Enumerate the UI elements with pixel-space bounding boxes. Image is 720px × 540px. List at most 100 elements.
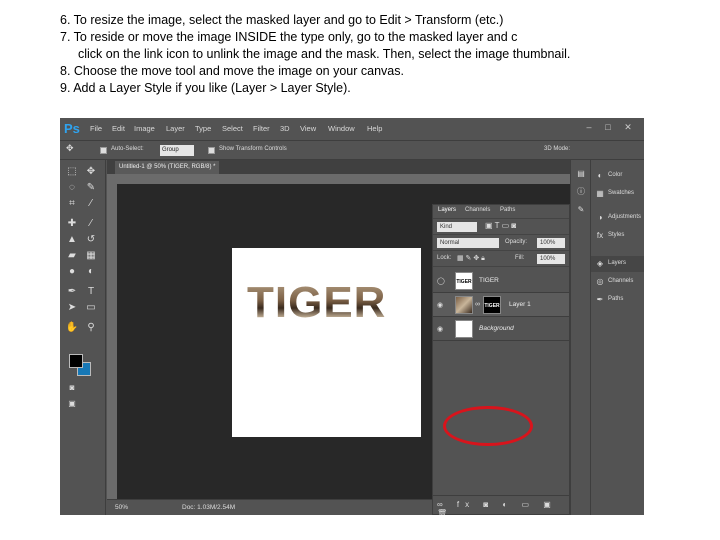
marquee-tool-icon[interactable]: ⬚ [65, 166, 79, 178]
brush-tool-icon[interactable]: ⁄ [84, 218, 98, 230]
auto-select-dropdown[interactable]: Group [160, 145, 194, 156]
menu-select[interactable]: Select [222, 124, 243, 133]
menu-help[interactable]: Help [367, 124, 382, 133]
styles-icon: fx [596, 231, 604, 240]
layer-name[interactable]: Background [479, 325, 514, 332]
layers-panel: Layers Channels Paths Kind ▣ T ▭ ◙ Norma… [432, 204, 570, 515]
panel-tab-row: Layers Channels Paths [433, 205, 569, 219]
quick-select-tool-icon[interactable]: ✎ [84, 182, 98, 194]
menu-filter[interactable]: Filter [253, 124, 270, 133]
link-icon[interactable]: ∞ [475, 301, 480, 308]
instruction-line-7: 7. To reside or move the image INSIDE th… [60, 30, 518, 44]
pen-tool-icon[interactable]: ✒ [65, 286, 79, 298]
instruction-line-9: 9. Add a Layer Style if you like (Layer … [60, 81, 351, 95]
move-tool-icon[interactable]: ✥ [84, 166, 98, 178]
eraser-tool-icon[interactable]: ▰ [65, 250, 79, 262]
doc-info[interactable]: Doc: 1.03M/2.54M [182, 504, 235, 511]
adjustments-icon: ◑ [597, 213, 603, 222]
filter-icons[interactable]: ▣ T ▭ ◙ [485, 221, 516, 230]
layer-action-icons[interactable]: ∞ fx ◙ ◐ ▭ ▣ 🗑︎ [437, 500, 569, 515]
visibility-icon[interactable]: ◉ [437, 301, 443, 309]
blend-mode-dropdown[interactable]: Normal [437, 238, 499, 248]
layers-icon: ◈ [596, 259, 604, 268]
menu-window[interactable]: Window [328, 124, 355, 133]
opacity-label: Opacity: [505, 239, 528, 245]
side-panel-paths[interactable]: ✒ Paths [591, 292, 644, 308]
panel-dock-strip: ▤ ⓘ ✎ [570, 160, 590, 515]
zoom-tool-icon[interactable]: ⚲ [84, 322, 98, 334]
lock-icons[interactable]: ▦ ✎ ✥ 🔒︎ [457, 254, 485, 263]
layer-name[interactable]: TIGER [479, 277, 499, 284]
tab-paths[interactable]: Paths [500, 207, 515, 213]
type-tool-icon[interactable]: T [84, 286, 98, 298]
foreground-color-swatch[interactable] [69, 354, 83, 368]
tab-layers[interactable]: Layers [438, 207, 456, 213]
menu-image[interactable]: Image [134, 124, 155, 133]
info-panel-icon[interactable]: ✎ [574, 204, 588, 216]
lock-label: Lock: [437, 255, 452, 261]
side-panel-styles[interactable]: fx Styles [591, 228, 644, 244]
tab-channels[interactable]: Channels [465, 207, 490, 213]
document-tab-bar: Untitled-1 @ 50% (TIGER, RGB/8) * [107, 160, 570, 174]
side-panel-channels[interactable]: ◎ Channels [591, 274, 644, 290]
menu-bar: Ps File Edit Image Layer Type Select Fil… [60, 118, 644, 140]
visibility-icon[interactable]: ◉ [437, 325, 443, 333]
photoshop-window: Ps File Edit Image Layer Type Select Fil… [60, 118, 644, 515]
blur-tool-icon[interactable]: ● [65, 266, 79, 278]
menu-layer[interactable]: Layer [166, 124, 185, 133]
close-button[interactable]: ✕ [622, 122, 634, 132]
fill-label: Fill: [515, 255, 525, 261]
layer-row-tiger[interactable]: ◯ TIGER TIGER [433, 269, 569, 293]
side-panel-swatches[interactable]: ▦ Swatches [591, 186, 644, 202]
move-tool-icon[interactable]: ✥ [66, 143, 74, 154]
lasso-tool-icon[interactable]: ◌ [65, 182, 79, 194]
tiger-layer-thumbnail[interactable]: TIGER [455, 272, 473, 290]
auto-select-checkbox[interactable] [100, 147, 107, 154]
document-tab[interactable]: Untitled-1 @ 50% (TIGER, RGB/8) * [115, 161, 219, 174]
horizontal-ruler [107, 174, 570, 184]
visibility-icon[interactable]: ◯ [437, 277, 445, 285]
crop-tool-icon[interactable]: ⌗ [65, 198, 79, 210]
menu-3d[interactable]: 3D [280, 124, 290, 133]
maximize-button[interactable]: □ [602, 122, 614, 132]
kind-filter-dropdown[interactable]: Kind [437, 222, 477, 232]
vertical-ruler [107, 184, 117, 499]
quick-mask-icon[interactable]: ◙ [65, 382, 79, 394]
gradient-tool-icon[interactable]: ▦ [84, 250, 98, 262]
layer-row-layer-1[interactable]: ◉ ∞ TIGER Layer 1 [433, 293, 569, 317]
stamp-tool-icon[interactable]: ▲ [65, 234, 79, 246]
side-panel-adjustments[interactable]: ◑ Adjustments [591, 210, 644, 226]
zoom-level[interactable]: 50% [115, 504, 128, 511]
eyedropper-tool-icon[interactable]: ⁄ [84, 198, 98, 210]
menu-file[interactable]: File [90, 124, 102, 133]
history-brush-icon[interactable]: ↺ [84, 234, 98, 246]
minimize-button[interactable]: – [583, 122, 595, 132]
fill-field[interactable]: 100% [537, 254, 565, 264]
instruction-line-6: 6. To resize the image, select the maske… [60, 13, 504, 27]
paths-icon: ✒ [596, 295, 604, 304]
mask-thumbnail[interactable]: TIGER [483, 296, 501, 314]
layer-row-background[interactable]: ◉ Background [433, 317, 569, 341]
hand-tool-icon[interactable]: ✋ [65, 322, 79, 334]
background-thumbnail[interactable] [455, 320, 473, 338]
shape-tool-icon[interactable]: ▭ [84, 302, 98, 314]
image-thumbnail[interactable] [455, 296, 473, 314]
document-canvas[interactable]: TIGER [232, 248, 421, 437]
healing-tool-icon[interactable]: ✚ [65, 218, 79, 230]
dodge-tool-icon[interactable]: ◐ [84, 266, 98, 278]
opacity-field[interactable]: 100% [537, 238, 565, 248]
history-panel-icon[interactable]: ▤ [574, 168, 588, 180]
menu-edit[interactable]: Edit [112, 124, 125, 133]
menu-type[interactable]: Type [195, 124, 211, 133]
layer-name[interactable]: Layer 1 [509, 301, 531, 308]
path-select-tool-icon[interactable]: ➤ [65, 302, 79, 314]
menu-view[interactable]: View [300, 124, 316, 133]
screen-mode-icon[interactable]: ▣ [65, 398, 79, 410]
options-bar: ✥ Auto-Select: Group Show Transform Cont… [60, 140, 644, 160]
side-panel-color[interactable]: ◐ Color [591, 168, 644, 184]
show-transform-checkbox[interactable] [208, 147, 215, 154]
side-panel-layers[interactable]: ◈ Layers [591, 256, 644, 272]
mode-3d-label: 3D Mode: [544, 146, 571, 152]
properties-panel-icon[interactable]: ⓘ [574, 186, 588, 198]
instruction-text: 6. To resize the image, select the maske… [60, 12, 700, 97]
